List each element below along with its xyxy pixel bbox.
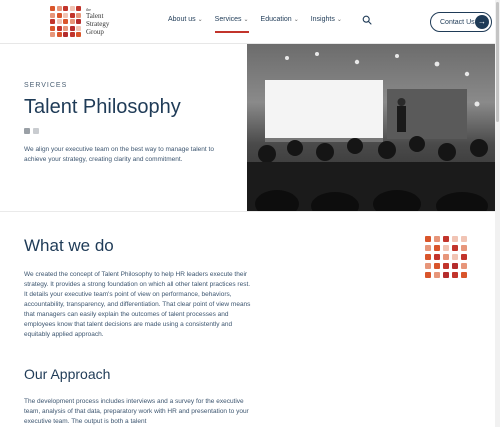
decorative-dots-icon [425, 236, 467, 278]
chevron-down-icon: ⌄ [243, 17, 249, 23]
what-we-do-heading: What we do [24, 236, 114, 255]
chevron-down-icon: ⌄ [336, 17, 342, 23]
hero-description: We align your executive team on the best… [24, 146, 214, 163]
pager-dot[interactable] [33, 128, 39, 134]
our-approach-paragraph: The development process includes intervi… [24, 398, 249, 425]
search-icon[interactable] [362, 15, 372, 25]
nav-item-about[interactable]: About us ⌄ [168, 16, 203, 23]
our-approach-heading: Our Approach [24, 366, 111, 382]
what-we-do-paragraph: We created the concept of Talent Philoso… [24, 271, 251, 338]
carousel-pager [24, 128, 42, 134]
page-title: Talent Philosophy [24, 96, 181, 118]
hero-image [247, 44, 495, 211]
logo-wordmark: the Talent Strategy Group [86, 7, 110, 36]
audience-photo [247, 52, 495, 211]
logo[interactable]: the Talent Strategy Group [50, 6, 109, 37]
nav-item-label: Education [260, 16, 292, 23]
chevron-down-icon: ⌄ [293, 17, 299, 23]
section-divider [0, 211, 495, 212]
nav-item-label: Insights [310, 16, 335, 23]
nav-item-education[interactable]: Education ⌄ [261, 16, 299, 23]
logo-line2: Strategy [86, 19, 110, 28]
nav-item-services[interactable]: Services ⌄ [214, 16, 249, 33]
logo-line1: Talent [86, 11, 104, 20]
logo-line3: Group [86, 27, 104, 36]
chevron-down-icon: ⌄ [197, 17, 203, 23]
nav-item-label: Services [214, 16, 242, 23]
main-nav: About us ⌄ Services ⌄ Education ⌄ Insights ⌄ [168, 16, 354, 33]
arrow-right-icon: → [475, 14, 489, 29]
pager-dot[interactable] [24, 128, 30, 134]
contact-us-button[interactable]: Contact Us → [430, 12, 492, 32]
contact-us-label: Contact Us [440, 18, 475, 26]
hero-eyebrow: SERVICES [24, 82, 68, 89]
nav-item-insights[interactable]: Insights ⌄ [311, 16, 342, 23]
scrollbar-thumb[interactable] [496, 2, 499, 122]
nav-item-label: About us [168, 16, 196, 23]
logo-mark [50, 6, 81, 37]
site-header: the Talent Strategy Group About us ⌄ Serv… [0, 0, 500, 44]
